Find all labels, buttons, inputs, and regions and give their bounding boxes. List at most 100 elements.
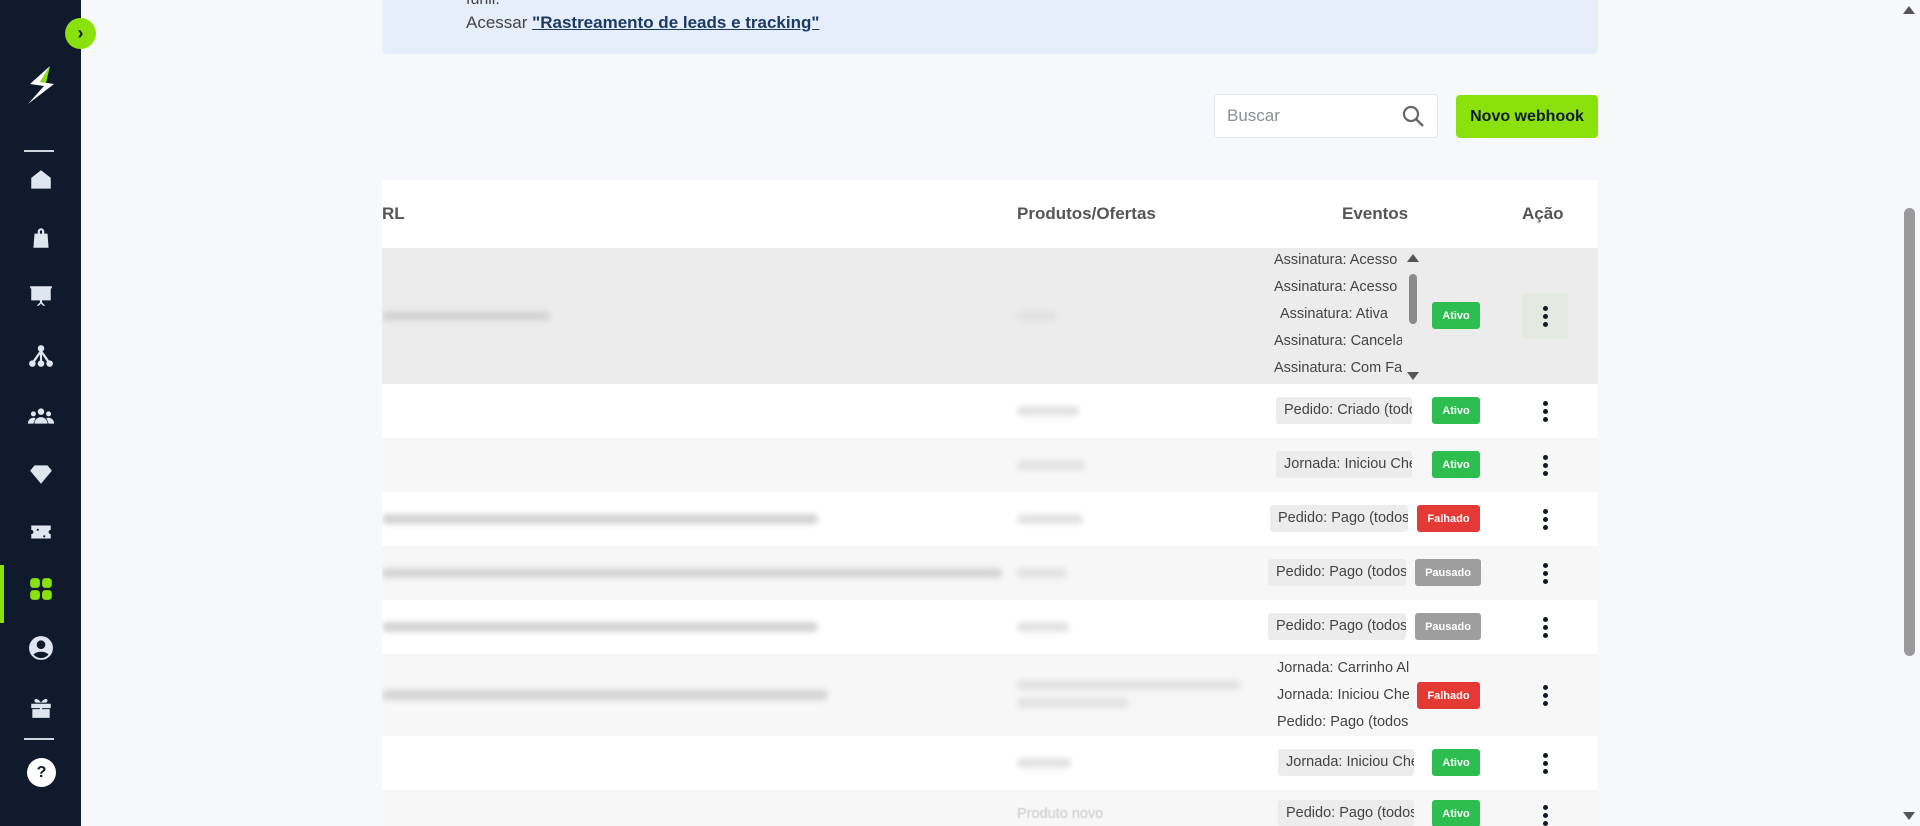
more-vertical-icon [1542,752,1548,758]
event-tag: Jornada: Iniciou Che [1276,451,1412,478]
gift-icon [30,698,51,718]
table-row[interactable]: Assinatura: Acesso L Assinatura: Acesso … [382,248,1598,384]
chevron-right-icon: › [77,23,84,43]
webhook-url [382,568,1002,578]
scroll-down-icon[interactable] [1407,372,1419,380]
tracking-link[interactable]: "Rastreamento de leads e tracking" [532,13,819,32]
new-webhook-button[interactable]: Novo webhook [1456,95,1598,138]
sidebar-item-products[interactable] [0,212,81,264]
sidebar-item-apps[interactable] [0,563,81,623]
banner-prefix: Acessar [466,13,528,32]
row-actions-button[interactable] [1522,496,1568,542]
more-vertical-icon [1542,562,1548,568]
event-tag: Pedido: Pago (todos [1268,559,1406,586]
row-actions-button[interactable] [1522,604,1568,650]
banner-text: funil. [466,0,500,9]
more-vertical-icon [1542,305,1548,311]
webhook-url [382,690,828,700]
row-actions-button[interactable] [1522,293,1568,339]
row-actions-button[interactable] [1522,792,1568,826]
home-icon [30,170,51,189]
webhook-url [382,311,550,321]
row-actions-button[interactable] [1522,672,1568,718]
search-box [1214,94,1438,138]
table-row[interactable]: Jornada: Iniciou Che Ativo [382,736,1598,790]
sidebar-item-members[interactable] [0,448,81,500]
row-actions-button[interactable] [1522,740,1568,786]
more-vertical-icon [1542,684,1548,690]
sidebar-item-rewards[interactable] [0,681,81,733]
header-action: Ação [1522,204,1564,223]
sidebar-toggle-button[interactable]: › [65,18,96,49]
event-tag: Pedido: Pago (todos [1278,800,1414,826]
scroll-thumb[interactable] [1904,208,1915,656]
sidebar-item-sales[interactable] [0,506,81,558]
header-products: Produtos/Ofertas [1017,204,1156,223]
sidebar-divider [24,738,54,740]
row-actions-button[interactable] [1522,550,1568,596]
event-tag: Assinatura: Ativa [1280,306,1388,322]
event-tag: Assinatura: Com Fall [1274,360,1402,376]
event-tag: Assinatura: Acesso L [1274,252,1402,268]
scroll-thumb[interactable] [1409,274,1417,324]
scroll-down-icon[interactable] [1903,812,1915,820]
product-name [1017,568,1067,578]
status-badge: Ativo [1432,451,1480,478]
product-name [1017,680,1241,690]
events-scrollbar[interactable] [1404,252,1422,382]
table-row[interactable]: Pedido: Criado (todos Ativo [382,384,1598,438]
event-tag: Jornada: Iniciou Che [1278,749,1414,776]
more-vertical-icon [1542,400,1548,406]
event-tag: Pedido: Pago (todos [1277,714,1409,730]
event-tag: Jornada: Iniciou Che [1277,687,1409,703]
event-tag: Assinatura: Cancelac [1274,333,1402,349]
event-tag: Jornada: Carrinho Al [1277,660,1409,676]
sidebar-divider [24,150,54,152]
row-actions-button[interactable] [1522,442,1568,488]
sidebar-item-dashboard[interactable] [0,270,81,322]
apps-grid-icon [29,578,52,600]
webhook-url [382,514,818,524]
table-row[interactable]: Produto novo Pedido: Pago (todos Ativo [382,790,1598,826]
table-row[interactable]: Pedido: Pago (todos Pausado [382,600,1598,654]
sidebar-item-home[interactable] [0,154,81,206]
status-badge: Ativo [1432,397,1480,424]
diamond-icon [29,465,52,484]
more-vertical-icon [1542,454,1548,460]
banner-link-line: Acessar "Rastreamento de leads e trackin… [466,13,819,33]
sidebar-item-customers[interactable] [0,390,81,442]
status-badge: Falhado [1417,505,1480,532]
status-badge: Ativo [1432,302,1480,329]
row-actions-button[interactable] [1522,388,1568,434]
more-vertical-icon [1542,616,1548,622]
info-banner: funil. Acessar "Rastreamento de leads e … [382,0,1598,54]
product-name [1017,460,1085,470]
header-url: RL [382,204,405,223]
network-icon [28,345,53,367]
status-badge: Pausado [1415,613,1481,640]
sidebar: ? [0,0,81,826]
table-row[interactable]: Pedido: Pago (todos Pausado [382,546,1598,600]
scroll-up-icon[interactable] [1407,254,1419,262]
product-name [1017,311,1057,321]
table-row[interactable]: Jornada: Carrinho Al Jornada: Iniciou Ch… [382,654,1598,736]
product-name [1017,698,1129,708]
product-name [1017,758,1071,768]
more-vertical-icon [1542,804,1548,810]
brand-logo-icon [28,66,54,104]
table-row[interactable]: Pedido: Pago (todos Falhado [382,492,1598,546]
product-name [1017,406,1079,416]
page-scrollbar[interactable] [1898,0,1920,826]
search-input[interactable] [1227,106,1387,126]
status-badge: Ativo [1432,749,1480,776]
scroll-up-icon[interactable] [1903,6,1915,14]
ticket-icon [30,525,51,539]
webhooks-table: RL Produtos/Ofertas Eventos Ação Assinat… [382,180,1598,826]
table-row[interactable]: Jornada: Iniciou Che Ativo [382,438,1598,492]
search-icon[interactable] [1401,104,1425,128]
sidebar-item-affiliates[interactable] [0,330,81,382]
event-tag: Pedido: Pago (todos [1268,613,1406,640]
sidebar-item-profile[interactable] [0,622,81,674]
more-vertical-icon [1542,508,1548,514]
help-icon[interactable]: ? [27,758,56,787]
